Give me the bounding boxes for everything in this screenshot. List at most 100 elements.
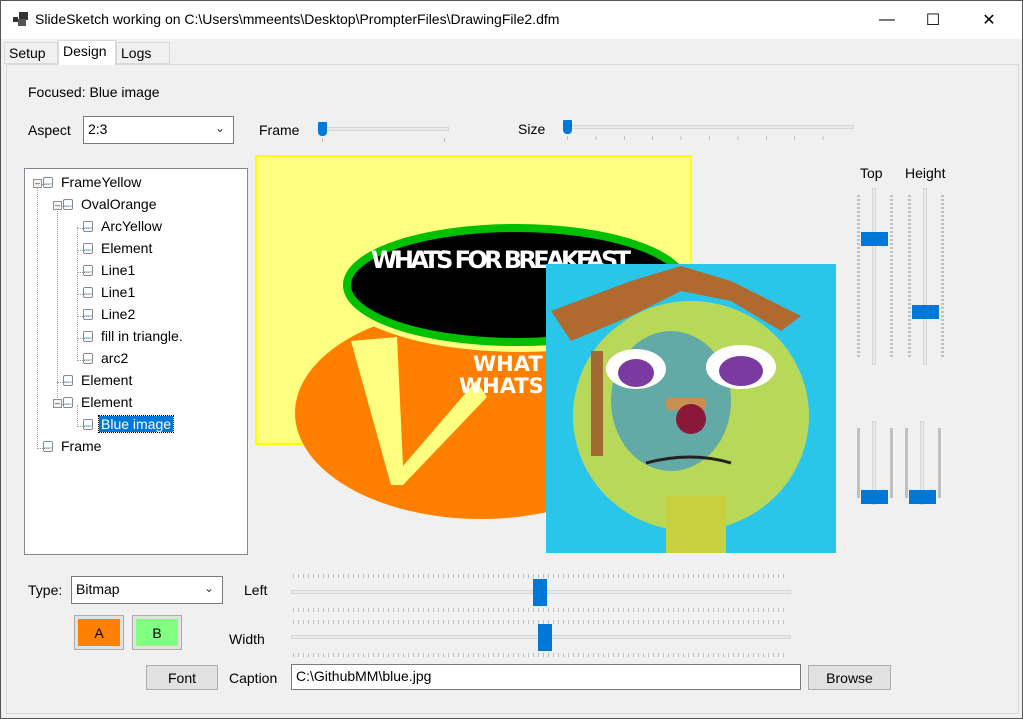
type-label: Type:	[28, 582, 63, 598]
caption-label: Caption	[229, 670, 278, 686]
tick-bar	[938, 428, 941, 498]
frame-slider-thumb[interactable]	[318, 122, 327, 136]
title-bar: SlideSketch working on C:\Users\mmeents\…	[1, 1, 1022, 39]
tree-node-label: Line1	[101, 262, 136, 278]
design-canvas[interactable]: WHATS FOR BREAKFAST WHAT WHATS	[251, 151, 851, 561]
left-ticks-bottom	[293, 608, 785, 612]
top-slider-thumb[interactable]	[861, 232, 888, 246]
tree-node[interactable]: fill in triangle.	[83, 328, 185, 344]
close-button[interactable]: ✕	[966, 1, 1012, 39]
tree-node-label: Line2	[101, 306, 136, 322]
size-label: Size	[518, 121, 546, 137]
size-ticks	[567, 136, 851, 140]
chevron-down-icon: ⌄	[214, 121, 225, 135]
tree-node-label: Blue image	[97, 415, 175, 433]
tree-node[interactable]: Frame	[43, 438, 103, 454]
tree-node[interactable]: arc2	[83, 350, 130, 366]
collapse-toggle[interactable]: –	[53, 399, 62, 408]
element-tree[interactable]: FrameYellow – OvalOrange – ArcYellow Element L…	[24, 168, 248, 555]
tree-node-label: FrameYellow	[61, 174, 142, 190]
canvas-text-a: WHAT	[473, 352, 543, 376]
tree-node[interactable]: Blue image	[83, 415, 175, 433]
tree-node[interactable]: FrameYellow	[43, 174, 143, 190]
frame-icon	[43, 441, 53, 452]
element-icon	[83, 243, 93, 254]
tab-setup[interactable]: Setup	[4, 42, 58, 64]
tree-node[interactable]: OvalOrange	[63, 196, 158, 212]
collapse-toggle[interactable]: –	[53, 201, 62, 210]
aspect-dropdown[interactable]: 2:3 ⌄	[83, 116, 234, 144]
tick-bar	[890, 428, 893, 498]
aspect-value: 2:3	[88, 121, 108, 137]
focused-label: Focused: Blue image	[28, 84, 160, 100]
type-value: Bitmap	[76, 581, 120, 597]
element-icon	[63, 199, 73, 210]
element-icon	[83, 265, 93, 276]
width-slider-thumb[interactable]	[538, 624, 552, 651]
chevron-down-icon: ⌄	[203, 581, 214, 595]
color-b-swatch: B	[136, 619, 178, 646]
font-button[interactable]: Font	[146, 665, 218, 690]
top-label: Top	[860, 165, 883, 181]
app-icon	[13, 12, 28, 26]
element-icon	[83, 419, 93, 430]
window-title: SlideSketch working on C:\Users\mmeents\…	[35, 11, 560, 27]
tree-node-label: arc2	[101, 350, 129, 366]
lower-slider-1-thumb[interactable]	[861, 490, 888, 504]
width-ticks-bottom	[293, 653, 785, 657]
size-slider-thumb[interactable]	[563, 120, 572, 134]
caption-input[interactable]: C:\GithubMM\blue.jpg	[291, 664, 801, 690]
lower-slider-2-thumb[interactable]	[909, 490, 936, 504]
collapse-toggle[interactable]: –	[33, 179, 42, 188]
tree-node-label: OvalOrange	[81, 196, 157, 212]
top-ticks-right	[890, 195, 893, 358]
tree-node[interactable]: Line1	[83, 284, 137, 300]
left-label: Left	[244, 582, 268, 598]
tree-node[interactable]: Line1	[83, 262, 137, 278]
minimize-button[interactable]: —	[864, 1, 910, 39]
tree-node-label: Element	[101, 240, 153, 256]
tree-node[interactable]: Element	[63, 394, 134, 410]
top-ticks-left	[857, 195, 860, 358]
size-slider[interactable]	[566, 125, 854, 129]
frame-label: Frame	[259, 122, 300, 138]
tree-node-label: ArcYellow	[101, 218, 162, 234]
element-icon	[83, 353, 93, 364]
top-slider[interactable]	[872, 188, 876, 365]
tree-node[interactable]: Element	[83, 240, 154, 256]
tab-design[interactable]: Design	[58, 40, 116, 65]
tree-node[interactable]: Element	[63, 372, 134, 388]
tick-bar	[905, 428, 908, 498]
height-slider[interactable]	[923, 188, 927, 365]
tab-logs[interactable]: Logs	[116, 42, 170, 64]
tick	[444, 138, 445, 142]
tree-node-label: Frame	[61, 438, 102, 454]
color-a-swatch: A	[78, 619, 120, 646]
left-slider-thumb[interactable]	[533, 579, 547, 606]
left-ticks-top	[293, 574, 785, 578]
aspect-label: Aspect	[28, 122, 71, 138]
height-label: Height	[905, 165, 946, 181]
color-a-button[interactable]: A	[74, 615, 124, 650]
frame-slider[interactable]	[321, 127, 449, 131]
element-icon	[83, 287, 93, 298]
height-slider-thumb[interactable]	[912, 305, 939, 319]
maximize-button[interactable]: ☐	[910, 1, 956, 39]
height-ticks-right	[941, 195, 944, 358]
tick-bar	[857, 428, 860, 498]
tree-node[interactable]: ArcYellow	[83, 218, 164, 234]
blue-image[interactable]	[546, 264, 836, 553]
element-icon	[83, 309, 93, 320]
color-b-button[interactable]: B	[132, 615, 182, 650]
type-dropdown[interactable]: Bitmap ⌄	[71, 576, 223, 604]
browse-button[interactable]: Browse	[808, 665, 891, 690]
element-icon	[63, 375, 73, 386]
element-icon	[63, 397, 73, 408]
width-label: Width	[229, 631, 265, 647]
tree-node[interactable]: Line2	[83, 306, 137, 322]
element-icon	[83, 221, 93, 232]
app-window: SlideSketch working on C:\Users\mmeents\…	[0, 0, 1023, 719]
frame-icon	[43, 177, 53, 188]
height-ticks-left	[908, 195, 911, 358]
tree-node-label: fill in triangle.	[101, 328, 183, 344]
